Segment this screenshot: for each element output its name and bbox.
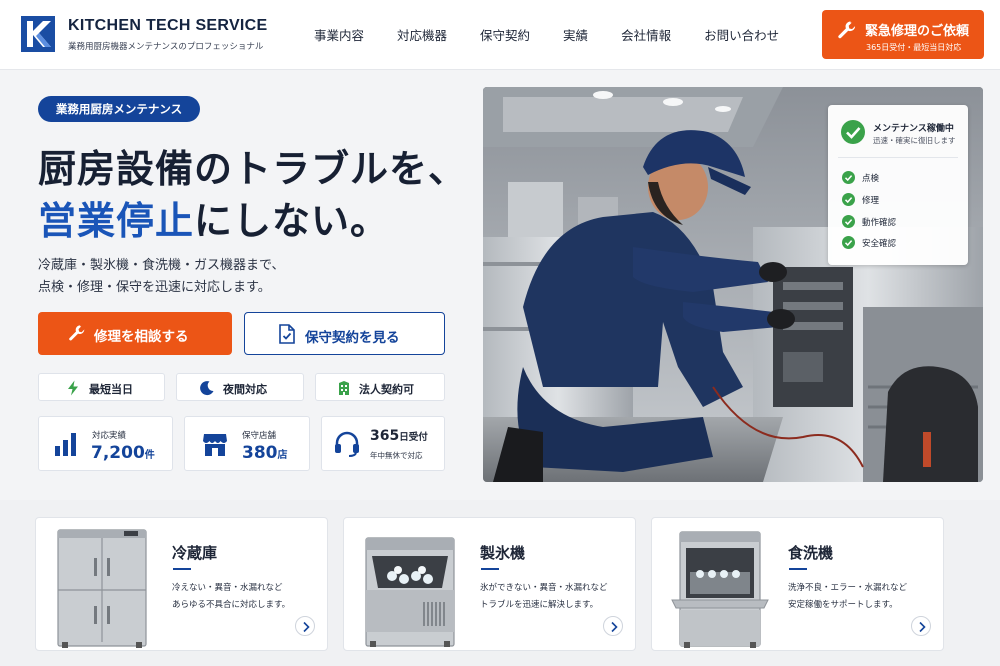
feature-same-day-label: 最短当日 [89, 383, 133, 396]
hero-subtext-line1: 冷蔵庫・製氷機・食洗機・ガス機器まで、 [38, 258, 285, 273]
chevron-right-icon [611, 621, 618, 633]
view-contract-button[interactable]: 保守契約を見る [244, 312, 445, 355]
stat-results-value: 7,200件 [91, 443, 155, 463]
chevron-right-icon [919, 621, 926, 633]
stat-stores: 保守店舗 380店 [184, 416, 310, 471]
bar-chart-icon [55, 433, 76, 456]
lightning-icon [68, 380, 78, 396]
product-title: 製氷機 [480, 544, 526, 562]
stat-stores-label: 保守店舗 [242, 431, 277, 441]
view-contract-label: 保守契約を見る [305, 330, 400, 346]
feature-same-day: 最短当日 [38, 373, 165, 401]
product-desc-line1: 冷えない・異音・水漏れなど [172, 583, 283, 593]
stat-results: 対応実績 7,200件 [38, 416, 173, 471]
hero-headline-line2: 営業停止にしない。 [38, 190, 389, 245]
stat-365-number: 365 [370, 428, 400, 444]
stat-stores-unit: 店 [277, 450, 288, 461]
wrench-icon [69, 325, 85, 341]
feature-corporate: 法人契約可 [315, 373, 445, 401]
product-title: 冷蔵庫 [172, 544, 218, 562]
brand-name[interactable]: KITCHEN TECH SERVICE [68, 17, 268, 35]
product-card-ice-machine[interactable]: 製氷機 氷ができない・異音・水漏れなど トラブルを迅速に解決します。 [343, 517, 636, 651]
arrow-right-button[interactable] [603, 616, 623, 636]
headset-icon [335, 431, 359, 457]
status-divider [838, 157, 958, 158]
stat-results-unit: 件 [144, 450, 155, 461]
arrow-right-button[interactable] [911, 616, 931, 636]
moon-icon [200, 381, 214, 396]
nav-item-services[interactable]: 事業内容 [314, 25, 364, 44]
store-icon [203, 434, 227, 456]
arrow-right-button[interactable] [295, 616, 315, 636]
building-icon [339, 381, 349, 395]
hero-headline-line1: 厨房設備のトラブルを、 [38, 147, 468, 191]
check-circle-icon [841, 120, 865, 144]
brand-tagline: 業務用厨房機器メンテナンスのプロフェッショナル [68, 42, 264, 52]
feature-night-label: 夜間対応 [223, 383, 267, 396]
refrigerator-image [57, 529, 147, 648]
nav-item-company[interactable]: 会社情報 [621, 25, 671, 44]
feature-corporate-label: 法人契約可 [359, 383, 414, 396]
product-desc-line2: トラブルを迅速に解決します。 [480, 600, 599, 610]
check-circle-icon [842, 236, 855, 249]
site-header: KITCHEN TECH SERVICE 業務用厨房機器メンテナンスのプロフェッ… [0, 0, 1000, 70]
dishwasher-image [671, 531, 769, 648]
title-underline [481, 568, 499, 570]
check-circle-icon [842, 171, 855, 184]
urgent-repair-subtitle: 365日受付・最短当日対応 [866, 43, 962, 52]
check-circle-icon [842, 193, 855, 206]
hero-headline-highlight: 営業停止 [38, 199, 195, 243]
urgent-repair-button[interactable]: 緊急修理のご依頼 365日受付・最短当日対応 [822, 10, 984, 59]
stat-results-number: 7,200 [91, 443, 145, 463]
check-circle-icon [842, 215, 855, 228]
stat-365-value: 365日受付 [370, 428, 428, 444]
hero-headline-rest: にしない。 [194, 199, 390, 243]
maintenance-status-card: メンテナンス稼働中 迅速・確実に復旧します 点検 修理 動作確認 安全確認 [828, 105, 968, 265]
title-underline [789, 568, 807, 570]
stat-stores-number: 380 [242, 443, 278, 463]
product-desc-line2: あらゆる不具合に対応します。 [172, 600, 291, 610]
product-desc-line1: 氷ができない・異音・水漏れなど [480, 583, 608, 593]
product-card-refrigerator[interactable]: 冷蔵庫 冷えない・異音・水漏れなど あらゆる不具合に対応します。 [35, 517, 328, 651]
status-title: メンテナンス稼働中 [873, 124, 954, 134]
stat-stores-value: 380店 [242, 443, 288, 463]
product-desc-line2: 安定稼働をサポートします。 [788, 600, 898, 610]
document-check-icon [279, 324, 295, 344]
status-item-label: 点検 [862, 174, 880, 184]
feature-night: 夜間対応 [176, 373, 304, 401]
product-desc-line1: 洗浄不良・エラー・水漏れなど [788, 583, 908, 593]
hero-badge: 業務用厨房メンテナンス [38, 96, 200, 122]
nav-item-equipment[interactable]: 対応機器 [397, 25, 447, 44]
stat-365-unit: 日受付 [399, 432, 428, 443]
product-title: 食洗機 [788, 544, 834, 562]
nav-item-results[interactable]: 実績 [563, 25, 588, 44]
urgent-repair-title: 緊急修理のご依頼 [865, 24, 970, 39]
nav-item-contact[interactable]: お問い合わせ [704, 25, 779, 44]
status-item-label: 修理 [862, 196, 880, 206]
status-subtitle: 迅速・確実に復旧します [873, 136, 956, 145]
consult-repair-button[interactable]: 修理を相談する [38, 312, 232, 355]
stat-365-label: 年中無休で対応 [370, 451, 423, 460]
main-nav: 事業内容 対応機器 保守契約 実績 会社情報 お問い合わせ [314, 25, 779, 44]
product-card-dishwasher[interactable]: 食洗機 洗浄不良・エラー・水漏れなど 安定稼働をサポートします。 [651, 517, 944, 651]
logo-icon[interactable] [21, 16, 55, 52]
chevron-right-icon [303, 621, 310, 633]
status-item-label: 動作確認 [862, 218, 897, 228]
ice-machine-image [365, 537, 455, 647]
stat-365: 365日受付 年中無休で対応 [321, 416, 445, 471]
hero-subtext-line2: 点検・修理・保守を迅速に対応します。 [38, 280, 271, 295]
title-underline [173, 568, 191, 570]
wrench-icon [838, 21, 856, 39]
status-item-label: 安全確認 [862, 239, 897, 249]
stat-results-label: 対応実績 [92, 431, 127, 441]
consult-repair-label: 修理を相談する [94, 329, 189, 345]
nav-item-maintenance-contract[interactable]: 保守契約 [480, 25, 530, 44]
